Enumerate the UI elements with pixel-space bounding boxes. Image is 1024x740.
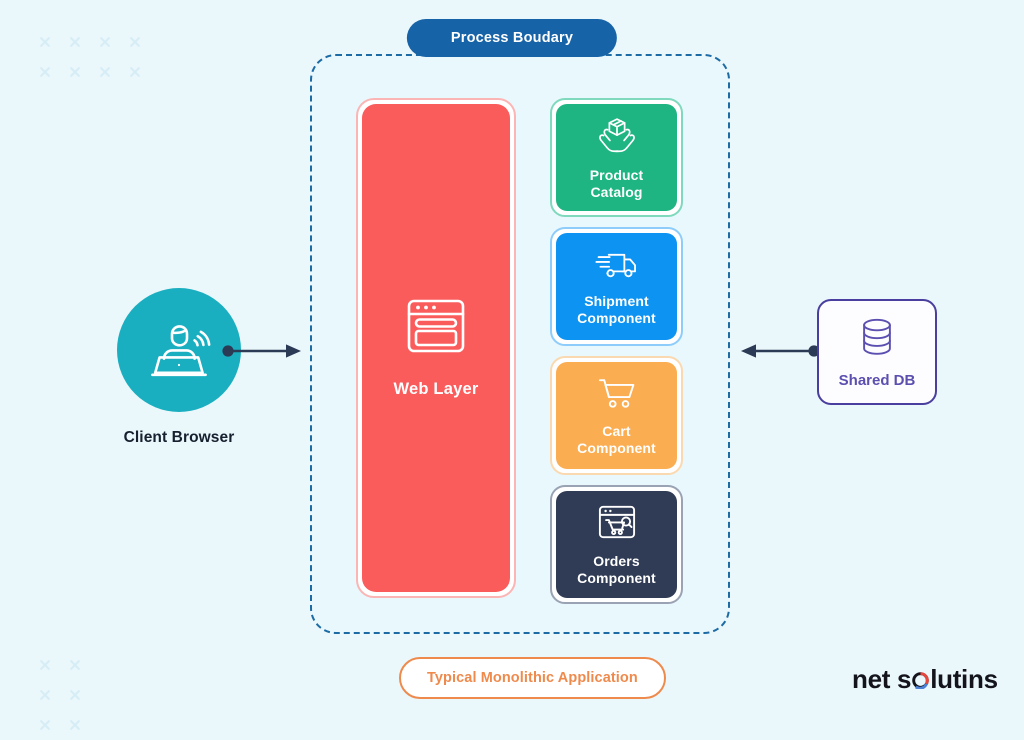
cross-icon (90, 57, 120, 87)
process-boundary-badge: Process Boudary (406, 19, 618, 57)
component-label: Cart Component (577, 423, 656, 456)
component-card-inner: Shipment Component (556, 233, 677, 340)
client-browser-label: Client Browser (123, 429, 235, 446)
shopping-cart-icon (596, 375, 638, 416)
diagram-canvas: Client Browser Process Boudary Web Layer… (0, 0, 1024, 730)
web-layer-label: Web Layer (393, 380, 479, 398)
cross-icon (60, 650, 90, 680)
cross-icon (60, 27, 90, 57)
component-card-inner: Orders Component (556, 491, 677, 598)
logo-text-part1: net s (852, 664, 912, 694)
cross-icon (90, 27, 120, 57)
monolithic-application-caption: Typical Monolithic Application (399, 657, 666, 699)
cross-icon (30, 27, 60, 57)
decorative-cross-grid-bottom-left (30, 650, 90, 740)
component-card-product-catalog[interactable]: Product Catalog (550, 98, 683, 217)
client-browser-node: Client Browser (89, 288, 269, 447)
component-card-shipment[interactable]: Shipment Component (550, 227, 683, 346)
web-layer-inner: Web Layer (362, 104, 510, 592)
box-in-hands-icon (596, 115, 638, 160)
cross-icon (60, 57, 90, 87)
cross-icon (60, 710, 90, 740)
component-card-inner: Product Catalog (556, 104, 677, 211)
decorative-cross-grid-top-left (30, 27, 150, 87)
database-cylinder-icon (857, 316, 897, 363)
shared-db-label: Shared DB (838, 371, 916, 389)
delivery-truck-icon (594, 247, 640, 286)
component-card-orders[interactable]: Orders Component (550, 485, 683, 604)
logo-text-part3: ns (967, 664, 998, 694)
web-layer-card[interactable]: Web Layer (356, 98, 516, 598)
cross-icon (30, 680, 60, 710)
cross-icon (120, 27, 150, 57)
cross-icon (30, 710, 60, 740)
browser-window-icon (405, 297, 467, 360)
browser-cart-icon (596, 503, 638, 546)
cross-icon (30, 650, 60, 680)
logo-multicolor-o-icon (912, 665, 929, 690)
component-card-cart[interactable]: Cart Component (550, 356, 683, 475)
shared-db-card[interactable]: Shared DB (817, 299, 937, 405)
component-label: Orders Component (577, 553, 656, 586)
arrow-client-to-boundary (222, 341, 304, 361)
net-solutions-logo: net s luti ns (852, 664, 998, 695)
component-column: Product Catalog Shipment Component Cart … (550, 98, 683, 604)
person-laptop-wifi-icon (143, 313, 215, 388)
component-label: Shipment Component (577, 293, 656, 326)
component-card-inner: Cart Component (556, 362, 677, 469)
cross-icon (30, 57, 60, 87)
cross-icon (60, 680, 90, 710)
arrow-db-to-boundary (738, 341, 820, 361)
cross-icon (120, 57, 150, 87)
component-label: Product Catalog (589, 167, 644, 200)
logo-text-part2: luti (930, 664, 968, 694)
